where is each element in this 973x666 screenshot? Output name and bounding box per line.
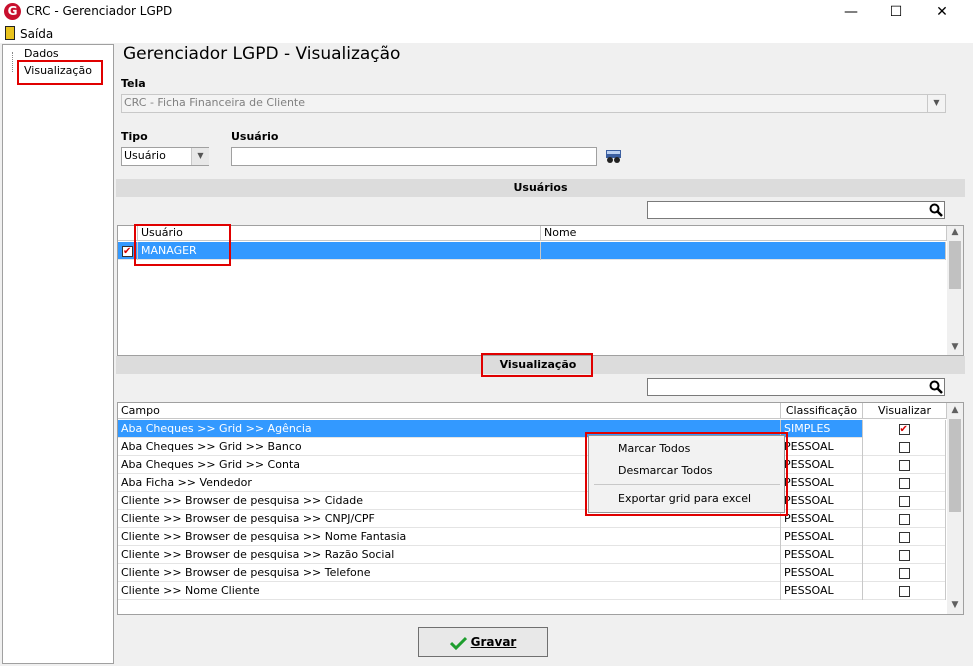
checkbox-unchecked[interactable] xyxy=(898,549,910,561)
scrollbar-thumb[interactable] xyxy=(949,419,961,512)
scroll-up-icon[interactable]: ▲ xyxy=(947,227,963,237)
scroll-up-icon[interactable]: ▲ xyxy=(947,405,963,415)
checkbox-unchecked[interactable] xyxy=(898,585,910,597)
table-row[interactable]: MANAGER xyxy=(118,242,946,260)
table-row[interactable]: Cliente >> Nome Cliente PESSOAL xyxy=(118,582,946,600)
checkbox-checked[interactable] xyxy=(898,421,910,438)
visualizar-cell[interactable] xyxy=(863,582,946,600)
menu-exit[interactable]: Saída xyxy=(20,27,53,41)
window-title: CRC - Gerenciador LGPD xyxy=(26,4,173,18)
visualizar-cell[interactable] xyxy=(863,492,946,510)
checkbox-unchecked[interactable] xyxy=(898,441,910,453)
checkmark-icon xyxy=(449,636,467,650)
campo-cell: Cliente >> Browser de pesquisa >> Nome F… xyxy=(118,528,781,546)
chevron-down-icon: ▼ xyxy=(927,95,945,112)
highlight-box-context-menu xyxy=(585,432,788,516)
table-row[interactable]: Cliente >> Browser de pesquisa >> Cidade… xyxy=(118,492,946,510)
usuario-label: Usuário xyxy=(231,130,279,143)
campo-cell: Cliente >> Browser de pesquisa >> Telefo… xyxy=(118,564,781,582)
users-search-input[interactable] xyxy=(647,201,945,219)
highlight-box-visualizacao xyxy=(17,60,103,85)
maximize-button[interactable]: ☐ xyxy=(874,0,918,24)
tela-select: CRC - Ficha Financeira de Cliente xyxy=(121,94,946,113)
checkbox-unchecked[interactable] xyxy=(898,477,910,489)
view-search-input[interactable] xyxy=(647,378,945,396)
classificacao-cell: PESSOAL xyxy=(781,528,863,546)
menu-bar xyxy=(0,24,973,43)
highlight-box-manager xyxy=(134,224,231,266)
page-title: Gerenciador LGPD - Visualização xyxy=(123,44,401,64)
visualizar-cell[interactable] xyxy=(863,420,946,438)
checkbox-checked[interactable] xyxy=(122,243,133,260)
visualizar-cell[interactable] xyxy=(863,546,946,564)
chevron-down-icon[interactable]: ▼ xyxy=(191,148,209,165)
close-button[interactable]: ✕ xyxy=(920,0,964,24)
app-logo-icon: G xyxy=(4,3,21,20)
exit-door-icon[interactable] xyxy=(5,26,15,40)
visualizar-cell[interactable] xyxy=(863,438,946,456)
classificacao-cell: PESSOAL xyxy=(781,510,863,528)
tree-item-dados[interactable]: Dados xyxy=(24,47,59,60)
scrollbar-thumb[interactable] xyxy=(949,241,961,289)
save-button-label: Gravar xyxy=(470,635,517,649)
save-button[interactable]: Gravar xyxy=(418,627,548,657)
scroll-down-icon[interactable]: ▼ xyxy=(947,342,963,352)
classificacao-cell: PESSOAL xyxy=(781,492,863,510)
scroll-down-icon[interactable]: ▼ xyxy=(947,600,963,610)
tela-value: CRC - Ficha Financeira de Cliente xyxy=(124,96,306,109)
classificacao-cell: PESSOAL xyxy=(781,456,863,474)
view-rows-container: Aba Cheques >> Grid >> Agência SIMPLES A… xyxy=(118,420,946,600)
visualizar-cell[interactable] xyxy=(863,528,946,546)
checkbox-unchecked[interactable] xyxy=(898,567,910,579)
visualizar-cell[interactable] xyxy=(863,456,946,474)
highlight-box-visualizacao-section xyxy=(481,353,593,377)
classificacao-cell: PESSOAL xyxy=(781,582,863,600)
table-row[interactable]: Cliente >> Browser de pesquisa >> Nome F… xyxy=(118,528,946,546)
view-col-visualizar[interactable]: Visualizar xyxy=(863,403,947,419)
table-row[interactable]: Aba Cheques >> Grid >> Banco PESSOAL xyxy=(118,438,946,456)
classificacao-cell: PESSOAL xyxy=(781,438,863,456)
table-row[interactable]: Aba Cheques >> Grid >> Conta PESSOAL xyxy=(118,456,946,474)
tela-label: Tela xyxy=(121,77,146,90)
table-row[interactable]: Aba Ficha >> Vendedor PESSOAL xyxy=(118,474,946,492)
navigation-tree xyxy=(2,44,114,664)
classificacao-cell: PESSOAL xyxy=(781,474,863,492)
visualizar-cell[interactable] xyxy=(863,564,946,582)
minimize-button[interactable]: — xyxy=(829,0,873,24)
view-col-classificacao[interactable]: Classificação xyxy=(781,403,863,419)
visualizar-cell[interactable] xyxy=(863,474,946,492)
user-name-cell xyxy=(541,242,946,260)
visualizar-cell[interactable] xyxy=(863,510,946,528)
campo-cell: Cliente >> Browser de pesquisa >> Razão … xyxy=(118,546,781,564)
magnifier-icon[interactable] xyxy=(929,203,943,217)
table-row[interactable]: Cliente >> Browser de pesquisa >> CNPJ/C… xyxy=(118,510,946,528)
tipo-value: Usuário xyxy=(124,149,166,162)
usuario-input[interactable] xyxy=(231,147,597,166)
checkbox-unchecked[interactable] xyxy=(898,513,910,525)
users-section-header: Usuários xyxy=(116,179,965,197)
tipo-label: Tipo xyxy=(121,130,148,143)
tree-connector xyxy=(12,52,13,72)
classificacao-cell: PESSOAL xyxy=(781,564,863,582)
users-col-nome[interactable]: Nome xyxy=(541,226,947,241)
campo-cell: Cliente >> Nome Cliente xyxy=(118,582,781,600)
classificacao-cell: PESSOAL xyxy=(781,546,863,564)
classificacao-cell: SIMPLES xyxy=(781,420,863,438)
checkbox-unchecked[interactable] xyxy=(898,531,910,543)
checkbox-unchecked[interactable] xyxy=(898,495,910,507)
magnifier-icon[interactable] xyxy=(929,380,943,394)
table-row[interactable]: Cliente >> Browser de pesquisa >> Razão … xyxy=(118,546,946,564)
checkbox-unchecked[interactable] xyxy=(898,459,910,471)
binoculars-search-icon[interactable] xyxy=(605,149,622,164)
table-row[interactable]: Aba Cheques >> Grid >> Agência SIMPLES xyxy=(118,420,946,438)
table-row[interactable]: Cliente >> Browser de pesquisa >> Telefo… xyxy=(118,564,946,582)
view-col-campo[interactable]: Campo xyxy=(118,403,781,419)
